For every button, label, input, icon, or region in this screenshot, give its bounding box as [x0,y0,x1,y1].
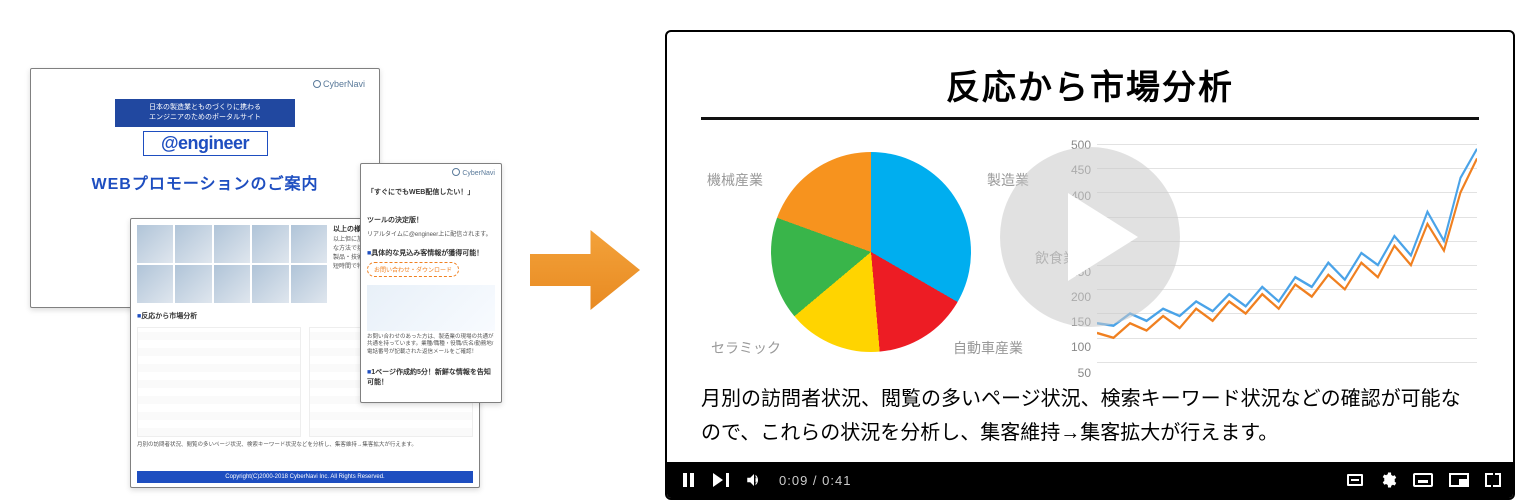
slide-caption: 月別の訪問者状況、閲覧の多いページ状況、検索キーワード状況などの確認が可能なので… [701,382,1479,450]
banner-line-2: エンジニアのためのポータルサイト [117,113,293,123]
arrow-icon [530,230,640,310]
clock-graphic [367,393,495,403]
gear-icon[interactable] [1379,471,1397,489]
brand-header: CyberNavi [313,79,365,89]
engineer-logo: @engineer [143,131,268,156]
play-overlay-icon[interactable] [1000,147,1180,327]
photo-grid [137,225,327,303]
pie-graphic [771,152,971,352]
headline-2: ツールの決定版！ [367,216,495,226]
document-stack: CyberNavi 日本の製造業とものづくりに携わる エンジニアのためのポータル… [30,68,480,438]
brand-header-small: CyberNavi [452,168,495,177]
subhead: リアルタイムに@engineer上に配信されます。 [367,229,495,238]
leads-copy: お問い合わせのあった方は、製造業の現場の共通が共通を持っています。業種/職種・役… [367,334,495,357]
pie-label-4: 自動車産業 [953,338,1023,358]
slide-title: 反応から市場分析 [701,60,1479,109]
video-player: 反応から市場分析 機械産業 製造業 セラミック 自動車産業 飲食業 500 45… [665,30,1515,500]
volume-icon[interactable] [745,471,763,489]
pie-label-1: 機械産業 [707,170,763,190]
next-icon[interactable] [713,473,729,487]
bubble-label: お問い合わせ・ダウンロード [367,262,459,277]
pie-label-3: セラミック [711,338,781,358]
screenshot-placeholder [367,285,495,331]
video-controls: 0:09 / 0:41 [667,462,1513,498]
detail-slide-right: CyberNavi 「すぐにでもWEB配信したい！」 ツールの決定版！ リアルタ… [360,163,502,403]
banner-line-1: 日本の製造業とものづくりに携わる [117,103,293,113]
headline-1: 「すぐにでもWEB配信したい！」 [367,188,495,198]
fullscreen-icon[interactable] [1485,473,1501,487]
stage: CyberNavi 日本の製造業とものづくりに携わる エンジニアのためのポータル… [0,0,1540,504]
pie-chart: 機械産業 製造業 セラミック 自動車産業 飲食業 [701,138,1041,368]
playlist-icon[interactable] [1347,474,1363,486]
time-display: 0:09 / 0:41 [779,473,851,488]
mini-screenshot [137,327,301,437]
title-rule [701,117,1479,120]
section-leads: 具体的な見込み客情報が獲得可能！ [367,248,495,258]
section-fast: 1ページ作成約5分！新鮮な情報を告知可能！ [367,367,495,387]
section-market-copy: 月別の訪問者状況、閲覧の多いページ状況、検索キーワード状況などを分析し、集客維持… [137,441,473,449]
banner: 日本の製造業とものづくりに携わる エンジニアのためのポータルサイト [115,99,295,127]
pip-icon[interactable] [1449,473,1469,487]
pause-icon[interactable] [679,471,697,489]
captions-icon[interactable] [1413,473,1433,487]
copyright-footer: Copyright(C)2000-2018 CyberNavi Inc. All… [137,471,473,483]
cover-title: WEBプロモーションのご案内 [43,170,367,194]
